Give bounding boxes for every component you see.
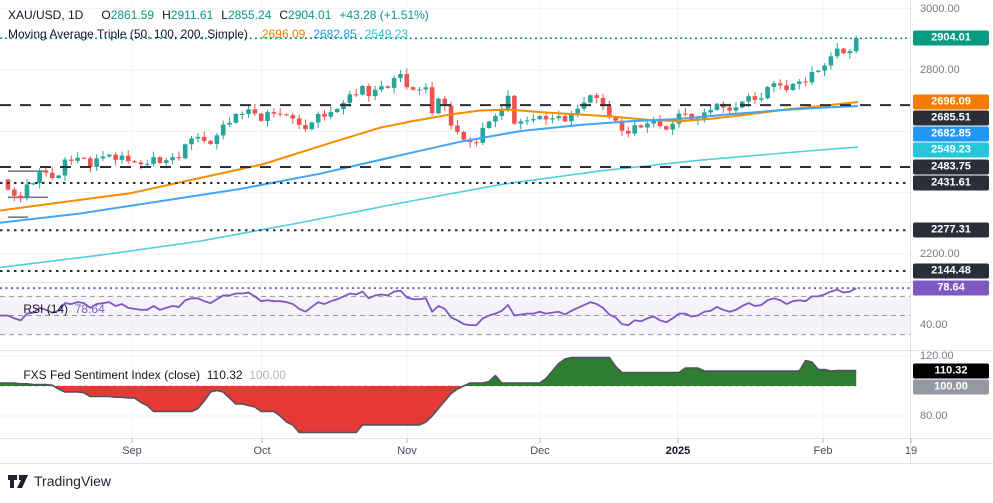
- ma-value: 2549.23: [365, 27, 408, 41]
- rsi-legend-row[interactable]: RSI (14) 78.64: [10, 288, 105, 330]
- ma-indicator-values: 2696.09 2682.85 2549.23: [254, 27, 408, 41]
- price-axis-label: 120.00: [920, 349, 954, 363]
- price-badge: 2696.09: [913, 94, 989, 109]
- price-axis-label: 80.00: [920, 409, 948, 423]
- price-badge: 100.00: [913, 379, 989, 394]
- price-badge: 2549.23: [913, 142, 989, 157]
- price-axis-label: 3000.00: [920, 2, 960, 16]
- ma-indicator-title: Moving Average Triple (50, 100, 200, Sim…: [8, 27, 248, 41]
- price-badge: 2483.75: [913, 160, 989, 175]
- time-axis-label: Nov: [397, 445, 417, 457]
- price-axis-label: 2800.00: [920, 63, 960, 77]
- price-badge: 2904.01: [913, 31, 989, 46]
- rsi-value: 78.64: [75, 302, 105, 316]
- chart-canvas[interactable]: [0, 0, 993, 503]
- price-badge: 2682.85: [913, 126, 989, 141]
- price-badge: 2685.51: [913, 110, 989, 125]
- tradingview-chart-widget: XAU/USD, 1DO2861.59H2911.61L2855.24C2904…: [0, 0, 993, 503]
- fed-baseline-value: 100.00: [249, 368, 286, 382]
- fed-legend-row[interactable]: FXS Fed Sentiment Index (close) 110.32 1…: [10, 354, 286, 396]
- ohlc-values: O2861.59 H2911.61 L2855.24 C2904.01: [93, 8, 331, 22]
- price-axis-label: 40.00: [920, 318, 948, 332]
- price-badge: 110.32: [913, 363, 989, 378]
- time-axis-label: Dec: [530, 445, 550, 457]
- ohlc-value: 2904.01: [288, 8, 331, 22]
- ohlc-value: 2861.59: [111, 8, 154, 22]
- ohlc-value: 2855.24: [228, 8, 271, 22]
- fed-title: FXS Fed Sentiment Index (close): [23, 368, 200, 382]
- price-badge: 2431.61: [913, 176, 989, 191]
- ohlc-key: L: [221, 8, 228, 22]
- change-value: +43.28 (+1.51%): [339, 8, 428, 22]
- tradingview-watermark-label: TradingView: [34, 473, 111, 489]
- ohlc-value: 2911.61: [171, 8, 214, 22]
- time-axis-label: Oct: [253, 445, 270, 457]
- symbol-legend-row[interactable]: XAU/USD, 1D O2861.59 H2911.61 L2855.24 C2904…: [8, 5, 429, 24]
- ohlc-key: H: [162, 8, 171, 22]
- time-axis-label: 2025: [666, 445, 690, 457]
- ma-value: 2682.85: [313, 27, 356, 41]
- price-badge: 78.64: [913, 281, 989, 296]
- symbol-title: XAU/USD, 1D: [8, 8, 83, 22]
- price-badge: 2144.48: [913, 264, 989, 279]
- rsi-title: RSI: [23, 302, 43, 316]
- ma-indicator-legend-row[interactable]: Moving Average Triple (50, 100, 200, Sim…: [8, 24, 429, 43]
- time-axis-label: Feb: [814, 445, 833, 457]
- tradingview-logo-icon: [8, 474, 28, 489]
- fed-value: 110.32: [207, 368, 243, 382]
- ohlc-key: C: [279, 8, 288, 22]
- rsi-params: (14): [47, 302, 68, 316]
- tradingview-watermark[interactable]: TradingView: [8, 473, 111, 489]
- ma-value: 2696.09: [262, 27, 305, 41]
- ohlc-key: O: [101, 8, 110, 22]
- price-axis-label: 2200.00: [920, 247, 960, 261]
- time-axis-label: 19: [905, 445, 917, 457]
- time-axis-label: Sep: [122, 445, 142, 457]
- price-badge: 2277.31: [913, 223, 989, 238]
- chart-legend: XAU/USD, 1D O2861.59 H2911.61 L2855.24 C2904…: [8, 5, 429, 43]
